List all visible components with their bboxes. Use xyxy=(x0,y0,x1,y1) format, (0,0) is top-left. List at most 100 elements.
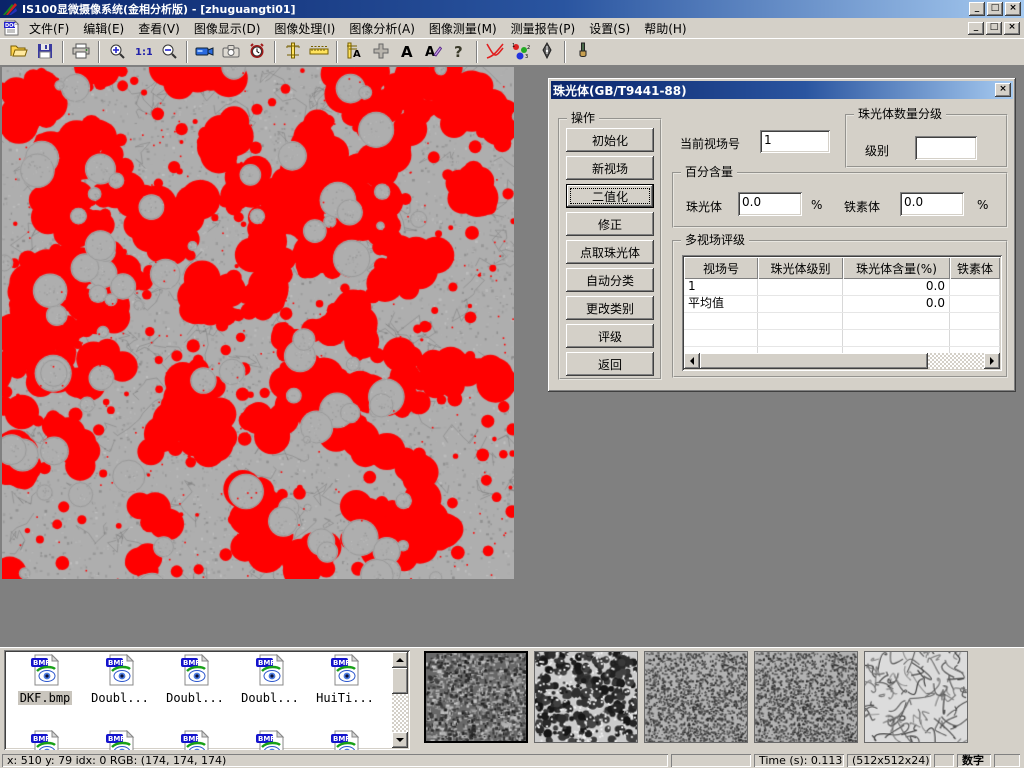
text-tool-button[interactable]: A xyxy=(394,40,420,65)
ferrite-percent-input[interactable]: 0.0 xyxy=(900,192,964,216)
op-button-4[interactable]: 点取珠光体 xyxy=(566,240,654,264)
file-item-row2-3[interactable]: BMP xyxy=(233,730,307,750)
hscroll-thumb[interactable] xyxy=(700,353,928,369)
brush-tool-button[interactable] xyxy=(570,40,596,65)
file-item-1[interactable]: BMPDoubl... xyxy=(83,654,157,705)
menu-item-1[interactable]: 编辑(E) xyxy=(76,18,131,39)
count-points-icon: 123 xyxy=(511,42,531,63)
table-row-2[interactable] xyxy=(684,313,1000,330)
timer-button[interactable] xyxy=(244,40,270,65)
op-button-0[interactable]: 初始化 xyxy=(566,128,654,152)
actual-size-button[interactable]: 1:1 xyxy=(130,40,156,65)
text-a-icon: A xyxy=(399,43,415,62)
table-row-3[interactable] xyxy=(684,330,1000,347)
op-button-7[interactable]: 评级 xyxy=(566,324,654,348)
menu-item-6[interactable]: 图像测量(M) xyxy=(422,18,504,39)
table-column-3[interactable]: 铁素体 xyxy=(950,257,1000,279)
op-button-3[interactable]: 修正 xyxy=(566,212,654,236)
op-button-5[interactable]: 自动分类 xyxy=(566,268,654,292)
scroll-left-button[interactable] xyxy=(684,353,700,369)
dialog-titlebar[interactable]: 珠光体(GB/T9441-88) × xyxy=(551,81,1013,99)
table-cell xyxy=(758,279,843,295)
status-position: x: 510 y: 79 idx: 0 RGB: (174, 174, 174) xyxy=(2,754,668,767)
file-item-2[interactable]: BMPDoubl... xyxy=(158,654,232,705)
text-edit-button[interactable]: A xyxy=(420,40,446,65)
pearlite-percent-input[interactable]: 0.0 xyxy=(738,192,802,216)
file-label: DKF.bmp xyxy=(18,691,73,705)
status-blank-2 xyxy=(934,754,954,767)
menu-item-2[interactable]: 查看(V) xyxy=(131,18,187,39)
grade-level-input[interactable] xyxy=(915,136,977,160)
table-column-0[interactable]: 视场号 xyxy=(684,257,758,279)
preview-thumbnail-0[interactable] xyxy=(424,651,528,743)
preview-thumbnail-3[interactable] xyxy=(754,651,858,743)
percent-group-legend: 百分含量 xyxy=(681,165,737,180)
vscroll-thumb[interactable] xyxy=(392,668,408,694)
scroll-right-button[interactable] xyxy=(984,353,1000,369)
mdi-restore-button[interactable]: □ xyxy=(986,22,1002,35)
metallographic-image[interactable] xyxy=(2,67,514,579)
dialog-close-button[interactable]: × xyxy=(995,83,1011,97)
print-button[interactable] xyxy=(68,40,94,65)
scroll-down-button[interactable] xyxy=(392,732,408,748)
file-item-row2-2[interactable]: BMP xyxy=(158,730,232,750)
table-cell xyxy=(684,330,758,346)
save-button[interactable] xyxy=(32,40,58,65)
count-points-button[interactable]: 123 xyxy=(508,40,534,65)
help-button[interactable]: ? xyxy=(446,40,472,65)
move-tool-button[interactable] xyxy=(368,40,394,65)
table-column-2[interactable]: 珠光体含量(%) xyxy=(843,257,950,279)
preview-thumbnail-2[interactable] xyxy=(644,651,748,743)
menu-item-3[interactable]: 图像显示(D) xyxy=(187,18,268,39)
measure-annotate-button[interactable]: A xyxy=(342,40,368,65)
preview-thumbnail-1[interactable] xyxy=(534,651,638,743)
file-item-3[interactable]: BMPDoubl... xyxy=(233,654,307,705)
file-item-4[interactable]: BMPHuiTi... xyxy=(308,654,382,705)
zoom-in-button[interactable] xyxy=(104,40,130,65)
toolbar-separator xyxy=(186,41,188,63)
op-button-2[interactable]: 二值化 xyxy=(566,184,654,208)
menu-item-4[interactable]: 图像处理(I) xyxy=(267,18,342,39)
scroll-up-button[interactable] xyxy=(392,652,408,668)
ruler-button[interactable] xyxy=(306,40,332,65)
curve-tool-button[interactable] xyxy=(482,40,508,65)
file-item-0[interactable]: BMPDKF.bmp xyxy=(8,654,82,705)
pen-tool-button[interactable] xyxy=(534,40,560,65)
menu-item-8[interactable]: 设置(S) xyxy=(582,18,637,39)
open-button[interactable] xyxy=(6,40,32,65)
file-list-vscrollbar[interactable] xyxy=(392,652,408,748)
current-field-input[interactable]: 1 xyxy=(760,130,830,153)
mdi-close-button[interactable]: × xyxy=(1004,22,1020,35)
window-title: IS100显微摄像系统(金相分析版) - [zhuguangti01] xyxy=(22,1,969,17)
move-cross-icon xyxy=(373,43,389,62)
zoom-out-button[interactable] xyxy=(156,40,182,65)
zoom-out-icon xyxy=(161,43,177,62)
bmp-file-icon: BMP xyxy=(329,654,361,686)
mdi-minimize-button[interactable]: _ xyxy=(968,22,984,35)
vscroll-track[interactable] xyxy=(392,668,408,732)
menu-item-0[interactable]: 文件(F) xyxy=(22,18,76,39)
file-item-row2-0[interactable]: BMP xyxy=(8,730,82,750)
file-item-row2-4[interactable]: BMP xyxy=(308,730,382,750)
op-button-1[interactable]: 新视场 xyxy=(566,156,654,180)
menu-item-7[interactable]: 测量报告(P) xyxy=(504,18,583,39)
toolbar-separator xyxy=(336,41,338,63)
hscroll-track[interactable] xyxy=(700,353,984,369)
caliper-measure-button[interactable] xyxy=(280,40,306,65)
op-button-6[interactable]: 更改类别 xyxy=(566,296,654,320)
table-row-1[interactable]: 平均值0.0 xyxy=(684,296,1000,313)
close-button[interactable]: × xyxy=(1005,2,1021,16)
snapshot-button[interactable] xyxy=(218,40,244,65)
menu-item-9[interactable]: 帮助(H) xyxy=(637,18,693,39)
table-column-1[interactable]: 珠光体级别 xyxy=(758,257,843,279)
table-hscrollbar[interactable] xyxy=(684,353,1000,369)
menu-item-5[interactable]: 图像分析(A) xyxy=(342,18,422,39)
file-item-row2-1[interactable]: BMP xyxy=(83,730,157,750)
video-capture-button[interactable] xyxy=(192,40,218,65)
minimize-button[interactable]: _ xyxy=(969,2,985,16)
toolbar-separator xyxy=(274,41,276,63)
table-row-0[interactable]: 10.0 xyxy=(684,279,1000,296)
op-button-8[interactable]: 返回 xyxy=(566,352,654,376)
maximize-button[interactable]: □ xyxy=(987,2,1003,16)
preview-thumbnail-4[interactable] xyxy=(864,651,968,743)
